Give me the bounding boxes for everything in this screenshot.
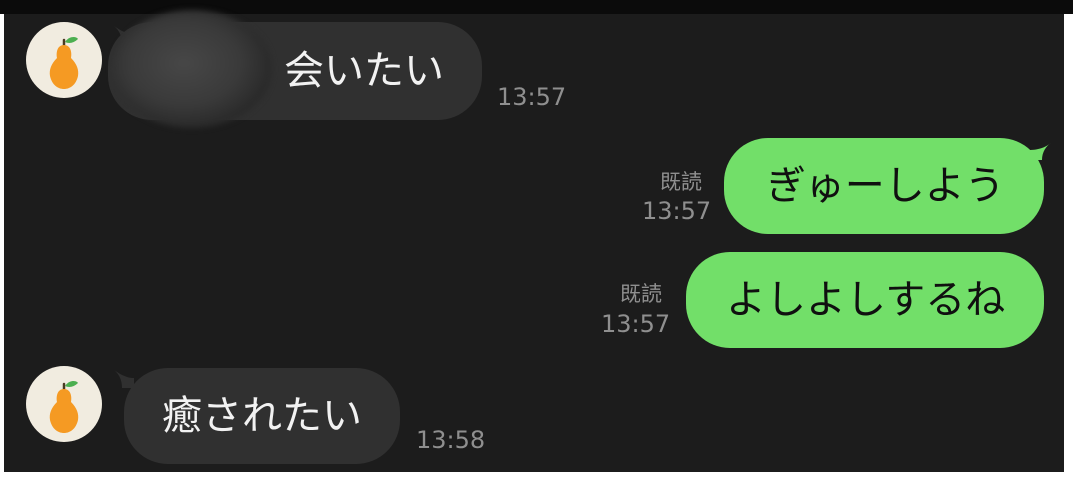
message-timestamp: 13:57 bbox=[601, 310, 671, 338]
top-edge-bar bbox=[0, 0, 1073, 14]
incoming-bubble-tail bbox=[114, 370, 134, 388]
message-bubble-outgoing[interactable]: よしよしするね bbox=[686, 252, 1044, 348]
message-text: よしよしするね bbox=[726, 277, 1006, 323]
outgoing-bubble-tail bbox=[1028, 142, 1052, 160]
read-receipt: 既読 bbox=[660, 170, 702, 194]
message-bubble-outgoing[interactable]: ぎゅーしよう bbox=[724, 138, 1044, 234]
message-timestamp: 13:57 bbox=[642, 197, 712, 225]
chat-area[interactable]: 会いたい 13:57 既読 13:57 ぎゅーしよう 既読 13:57 よしよし… bbox=[4, 10, 1064, 472]
read-receipt: 既読 bbox=[620, 282, 662, 306]
message-text: 会いたい bbox=[284, 48, 444, 94]
contact-avatar[interactable] bbox=[26, 366, 102, 442]
pear-icon bbox=[49, 381, 79, 433]
blurred-sticker bbox=[112, 10, 272, 128]
pear-icon bbox=[49, 37, 79, 89]
message-bubble-incoming[interactable]: 癒されたい bbox=[124, 368, 400, 464]
message-text: 癒されたい bbox=[162, 393, 362, 439]
message-timestamp: 13:58 bbox=[416, 426, 486, 454]
message-timestamp: 13:57 bbox=[497, 83, 567, 111]
message-text: ぎゅーしよう bbox=[766, 163, 1005, 209]
contact-avatar[interactable] bbox=[26, 22, 102, 98]
